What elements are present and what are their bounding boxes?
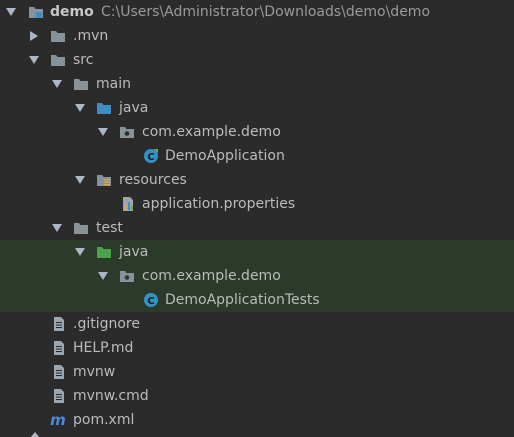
class-icon: C: [143, 292, 159, 308]
tree-row-demo-application-tests[interactable]: C DemoApplicationTests: [0, 288, 514, 312]
file-label: mvnw.cmd: [73, 388, 149, 404]
tree-row-demo[interactable]: demo C:\Users\Administrator\Downloads\de…: [0, 0, 514, 24]
folder-label: java: [119, 244, 149, 260]
tree-row-pom-xml[interactable]: m pom.xml: [0, 408, 514, 432]
chevron-down-icon[interactable]: [75, 248, 85, 256]
folder-label: .mvn: [73, 28, 109, 44]
package-label: com.example.demo: [142, 124, 281, 140]
module-folder-icon: [28, 4, 44, 20]
folder-label: test: [96, 220, 123, 236]
package-label: com.example.demo: [142, 268, 281, 284]
tree-row-test-package[interactable]: com.example.demo: [0, 264, 514, 288]
tree-row-resources[interactable]: resources: [0, 168, 514, 192]
svg-text:C: C: [147, 152, 154, 163]
folder-icon: [50, 28, 66, 44]
file-label: HELP.md: [73, 340, 134, 356]
svg-text:C: C: [147, 296, 154, 307]
project-tree: demo C:\Users\Administrator\Downloads\de…: [0, 0, 514, 437]
tree-row-main-java[interactable]: java: [0, 96, 514, 120]
chevron-down-icon[interactable]: [98, 128, 108, 136]
text-file-icon: [51, 364, 67, 380]
source-root-icon: [96, 100, 112, 116]
tree-row-src[interactable]: src: [0, 48, 514, 72]
class-label: DemoApplicationTests: [165, 292, 320, 308]
package-icon: [119, 268, 135, 284]
folder-label: java: [119, 100, 149, 116]
package-icon: [119, 124, 135, 140]
test-root-icon: [96, 244, 112, 260]
text-file-icon: [51, 316, 67, 332]
folder-icon: [73, 220, 89, 236]
chevron-up-icon[interactable]: [30, 432, 40, 437]
tree-row-mvnw[interactable]: mvnw: [0, 360, 514, 384]
project-path: C:\Users\Administrator\Downloads\demo\de…: [101, 4, 431, 20]
maven-icon: m: [50, 412, 66, 428]
chevron-down-icon[interactable]: [98, 272, 108, 280]
class-label: DemoApplication: [165, 148, 285, 164]
chevron-down-icon[interactable]: [75, 176, 85, 184]
chevron-down-icon[interactable]: [29, 56, 39, 64]
folder-icon: [73, 76, 89, 92]
tree-row-gitignore[interactable]: .gitignore: [0, 312, 514, 336]
folder-label: main: [96, 76, 131, 92]
tree-row-help-md[interactable]: HELP.md: [0, 336, 514, 360]
text-file-icon: [51, 388, 67, 404]
properties-file-icon: [120, 196, 136, 212]
project-name: demo: [50, 4, 94, 20]
file-label: mvnw: [73, 364, 116, 380]
file-label: application.properties: [142, 196, 296, 212]
tree-row-mvn[interactable]: .mvn: [0, 24, 514, 48]
tree-row-application-properties[interactable]: application.properties: [0, 192, 514, 216]
svg-text:m: m: [50, 412, 66, 428]
chevron-down-icon[interactable]: [52, 224, 62, 232]
tree-row-mvnw-cmd[interactable]: mvnw.cmd: [0, 384, 514, 408]
tree-row-main[interactable]: main: [0, 72, 514, 96]
folder-label: src: [73, 52, 94, 68]
file-label: .gitignore: [73, 316, 140, 332]
tree-row-demo-application[interactable]: C DemoApplication: [0, 144, 514, 168]
chevron-down-icon[interactable]: [52, 80, 62, 88]
resources-root-icon: [96, 172, 112, 188]
tree-row-main-package[interactable]: com.example.demo: [0, 120, 514, 144]
tree-row-test-java[interactable]: java: [0, 240, 514, 264]
chevron-right-icon[interactable]: [30, 31, 38, 41]
chevron-down-icon[interactable]: [6, 8, 16, 16]
class-icon: C: [143, 148, 159, 164]
file-label: pom.xml: [73, 412, 135, 428]
tree-row-test[interactable]: test: [0, 216, 514, 240]
text-file-icon: [51, 340, 67, 356]
folder-icon: [50, 52, 66, 68]
chevron-down-icon[interactable]: [75, 104, 85, 112]
folder-label: resources: [119, 172, 187, 188]
